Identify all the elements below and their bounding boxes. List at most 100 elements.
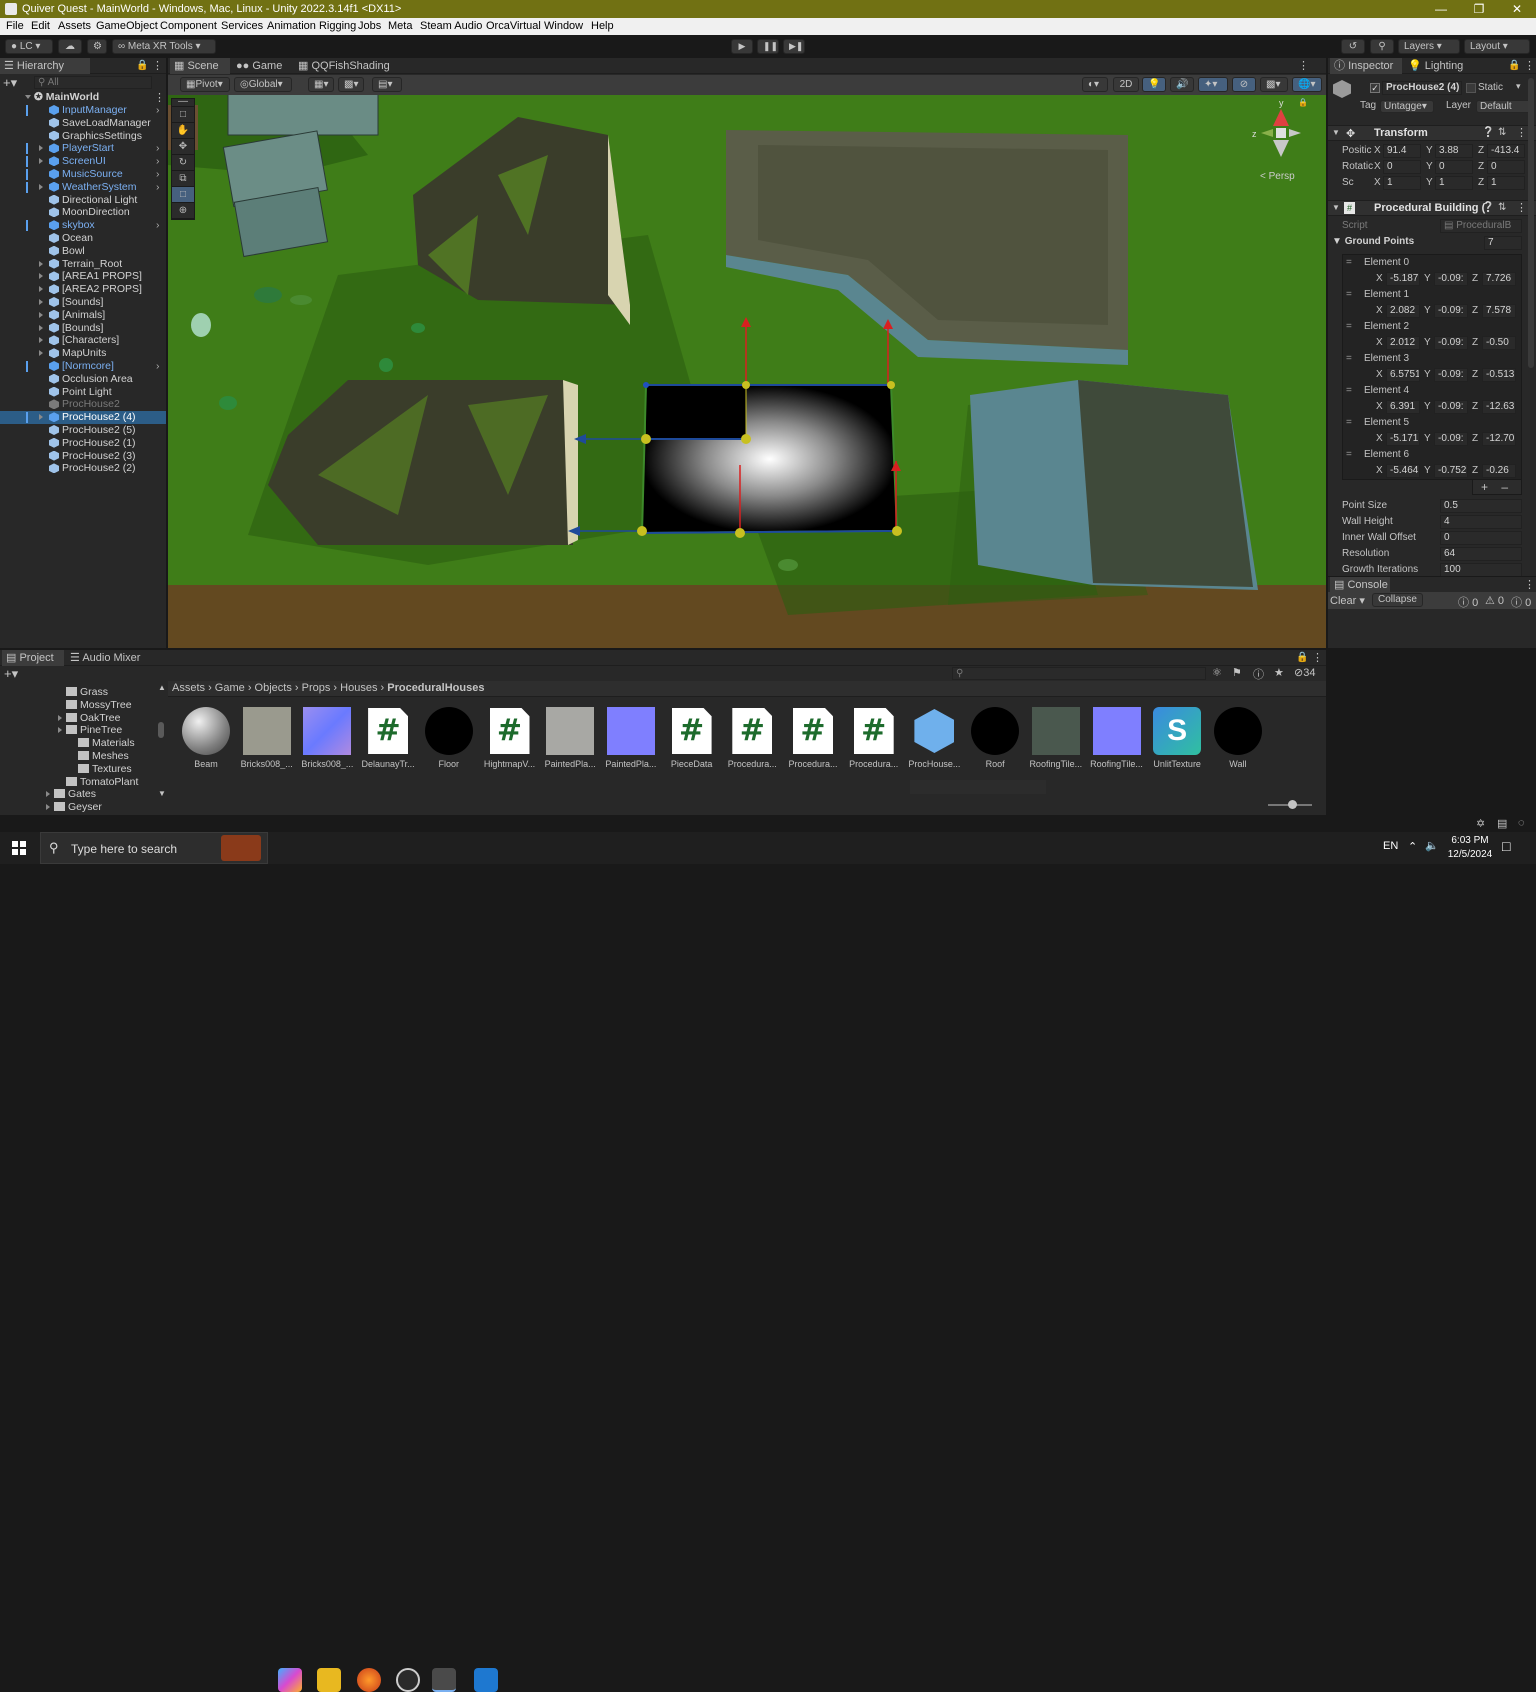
- hierarchy-item[interactable]: ProcHouse2 (3): [0, 450, 166, 463]
- rotate-tool-icon[interactable]: ↻: [172, 155, 194, 171]
- asset-item[interactable]: PaintedPla...: [603, 707, 659, 769]
- tree-scrollbar[interactable]: ▲ ▼: [158, 684, 166, 814]
- copilot-icon[interactable]: [278, 1668, 302, 1692]
- clear-button[interactable]: Clear ▾: [1330, 594, 1365, 607]
- hierarchy-item[interactable]: ProcHouse2 (4): [0, 411, 166, 425]
- object-name-input[interactable]: ProcHouse2 (4): [1382, 81, 1462, 95]
- project-search-input[interactable]: ⚲: [952, 667, 1206, 680]
- breadcrumb-item[interactable]: Props: [302, 682, 331, 694]
- element-y-input[interactable]: -0.09:: [1434, 304, 1468, 318]
- notification-icon[interactable]: □: [1502, 838, 1510, 854]
- settings-icon[interactable]: ⚙: [87, 39, 107, 54]
- hierarchy-item[interactable]: Ocean: [0, 232, 166, 245]
- gizmos-icon[interactable]: 🌐▾: [1292, 77, 1322, 92]
- element-y-input[interactable]: -0.752: [1434, 464, 1468, 478]
- error-count[interactable]: ⓘ 0: [1511, 594, 1531, 610]
- asset-item[interactable]: ProcHouse...: [906, 707, 962, 769]
- menu-help[interactable]: Help: [591, 18, 614, 35]
- asset-item[interactable]: RoofingTile...: [1089, 707, 1145, 769]
- ground-points-count[interactable]: 7: [1484, 236, 1522, 250]
- collapse-button[interactable]: Collapse: [1372, 593, 1423, 607]
- hierarchy-item[interactable]: Terrain_Root: [0, 258, 166, 271]
- hierarchy-item[interactable]: ProcHouse2 (2): [0, 462, 166, 475]
- drag-handle-icon[interactable]: =: [1346, 352, 1352, 366]
- asset-item[interactable]: Beam: [178, 707, 234, 769]
- expand-icon[interactable]: [39, 145, 43, 152]
- pivot-dropdown[interactable]: ▦Pivot▾: [180, 77, 230, 92]
- presets-icon[interactable]: ⇅: [1498, 202, 1506, 213]
- hierarchy-item[interactable]: [Bounds]: [0, 322, 166, 335]
- increment-snap-icon[interactable]: ▤▾: [372, 77, 402, 92]
- asset-item[interactable]: S UnlitTexture: [1149, 707, 1205, 769]
- element-y-input[interactable]: -0.09:: [1434, 400, 1468, 414]
- drag-handle-icon[interactable]: =: [1346, 320, 1352, 334]
- drag-handle-icon[interactable]: =: [1346, 416, 1352, 430]
- draw-mode-icon[interactable]: ◐▾: [1082, 77, 1108, 92]
- hierarchy-item[interactable]: MusicSource ›: [0, 168, 166, 181]
- element-z-input[interactable]: -12.63: [1482, 400, 1516, 414]
- expand-icon[interactable]: [39, 158, 43, 165]
- scroll-down-icon[interactable]: ▼: [158, 790, 166, 798]
- element-x-input[interactable]: -5.187: [1386, 272, 1420, 286]
- drag-handle-icon[interactable]: =: [1346, 288, 1352, 302]
- tab-game[interactable]: ●● Game: [232, 58, 292, 74]
- property-input[interactable]: 0.5: [1440, 499, 1522, 513]
- asset-item[interactable]: RoofingTile...: [1028, 707, 1084, 769]
- collapse-icon[interactable]: ▼: [1332, 128, 1340, 137]
- move-tool-icon[interactable]: ✥: [172, 139, 194, 155]
- help-icon[interactable]: ❔: [1482, 127, 1494, 138]
- component-menu-icon[interactable]: ⋮: [1516, 126, 1527, 139]
- asset-item[interactable]: Bricks008_...: [299, 707, 355, 769]
- menu-orcavirtual[interactable]: OrcaVirtual: [486, 18, 541, 35]
- account-button[interactable]: ● LC ▾: [5, 39, 53, 54]
- hierarchy-item[interactable]: Directional Light: [0, 194, 166, 207]
- progress-icon[interactable]: ◌: [1518, 817, 1525, 829]
- history-icon[interactable]: ↺: [1341, 39, 1365, 54]
- filter-type-icon[interactable]: ⚛: [1212, 666, 1222, 679]
- taskbar-search-box[interactable]: ⚲ Type here to search: [40, 832, 268, 864]
- tab-qqfishshading[interactable]: ▦ QQFishShading: [294, 58, 394, 74]
- kebab-menu-icon[interactable]: ⋮: [1524, 59, 1535, 72]
- asset-item[interactable]: Floor: [421, 707, 477, 769]
- asset-item[interactable]: Wall: [1210, 707, 1266, 769]
- menu-steam-audio[interactable]: Steam Audio: [420, 18, 482, 35]
- camera-icon[interactable]: ▩▾: [1260, 77, 1288, 92]
- inspector-scrollbar[interactable]: [1528, 78, 1534, 368]
- cache-icon[interactable]: ▤: [1497, 817, 1507, 830]
- chevron-right-icon[interactable]: ›: [156, 360, 160, 373]
- folder-item[interactable]: PineTree: [58, 724, 122, 737]
- expand-icon[interactable]: [39, 273, 43, 280]
- menu-component[interactable]: Component: [160, 18, 217, 35]
- tab-inspector[interactable]: ⓘ Inspector: [1330, 58, 1402, 74]
- transform-header[interactable]: ▼ ✥ Transform ❔ ⇅ ⋮: [1328, 125, 1536, 141]
- asset-item[interactable]: # Procedura...: [724, 707, 780, 769]
- transform-rotation-z-input[interactable]: 0: [1487, 160, 1525, 174]
- overlay-handle-icon[interactable]: —: [172, 97, 194, 107]
- asset-item[interactable]: # Procedura...: [785, 707, 841, 769]
- folder-item[interactable]: Geyser: [46, 801, 102, 814]
- static-checkbox[interactable]: [1466, 83, 1476, 93]
- transform-position-y-input[interactable]: 3.88: [1435, 144, 1473, 158]
- scroll-thumb[interactable]: [158, 722, 164, 738]
- zoom-slider[interactable]: [1268, 800, 1312, 809]
- hierarchy-item[interactable]: SaveLoadManager: [0, 117, 166, 130]
- clock-date[interactable]: 12/5/2024: [1446, 849, 1494, 860]
- expand-icon[interactable]: [39, 350, 43, 357]
- tag-dropdown[interactable]: Untagge▾: [1380, 100, 1434, 113]
- audio-toggle-icon[interactable]: 🔊: [1170, 77, 1194, 92]
- transform-scale-z-input[interactable]: 1: [1487, 176, 1525, 190]
- ground-points-label[interactable]: ▼ Ground Points: [1332, 235, 1414, 249]
- folder-item[interactable]: Materials: [70, 737, 135, 750]
- tab-project[interactable]: ▤ Project: [2, 650, 64, 666]
- filter-label-icon[interactable]: ⚑: [1232, 666, 1242, 679]
- static-dropdown-icon[interactable]: ▾: [1516, 81, 1521, 92]
- chevron-right-icon[interactable]: ›: [156, 181, 160, 194]
- active-checkbox[interactable]: ✓: [1370, 83, 1380, 93]
- unity-editor-icon[interactable]: [432, 1668, 456, 1692]
- expand-icon[interactable]: [39, 286, 43, 293]
- kebab-menu-icon[interactable]: ⋮: [1524, 578, 1535, 591]
- hierarchy-item[interactable]: [Animals]: [0, 309, 166, 322]
- tab-audio-mixer[interactable]: ☰ Audio Mixer: [66, 650, 146, 666]
- hierarchy-item[interactable]: ProcHouse2 (5): [0, 424, 166, 437]
- element-z-input[interactable]: 7.578: [1482, 304, 1516, 318]
